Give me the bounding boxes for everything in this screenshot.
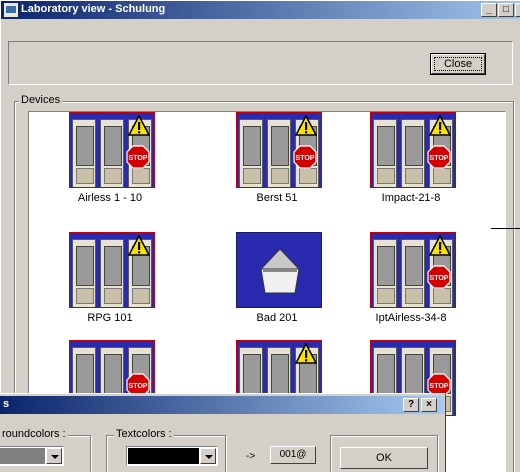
device-label: IptAirless-34-8 — [375, 312, 447, 324]
device-tile[interactable]: STOP IptAirless-34-8 — [356, 232, 466, 342]
text-color-swatch — [128, 448, 199, 464]
cabinet-shape — [72, 239, 96, 307]
cabinet-shape — [373, 119, 397, 187]
stop-icon: STOP — [427, 265, 451, 289]
device-cabinet-icon: STOP — [370, 112, 456, 188]
toolbar-panel: Close — [8, 41, 513, 85]
cabinet-shape — [72, 119, 96, 187]
device-tile[interactable]: STOP Impact-21-8 — [356, 112, 466, 222]
app-icon — [3, 2, 19, 18]
dialog-title-bar[interactable]: s ? × — [0, 396, 444, 414]
svg-text:STOP: STOP — [430, 275, 449, 282]
dialog-close-button[interactable]: × — [421, 398, 437, 412]
chevron-down-icon[interactable] — [200, 448, 216, 464]
svg-text:STOP: STOP — [430, 383, 449, 390]
stop-icon: STOP — [293, 145, 317, 169]
background-color-select[interactable] — [0, 446, 64, 466]
cabinet-shape — [373, 239, 397, 307]
warning-icon — [429, 235, 451, 256]
dialog-help-button[interactable]: ? — [403, 398, 419, 412]
device-label: Impact-21-8 — [381, 192, 441, 204]
device-label: Airless 1 - 10 — [77, 192, 143, 204]
colors-dialog: s ? × roundcolors : Textcolors : -> 001@… — [0, 393, 446, 472]
device-label: Berst 51 — [256, 192, 298, 204]
device-tile[interactable]: Bad 201 — [222, 232, 332, 342]
stop-icon: STOP — [126, 145, 150, 169]
devices-group-label: Devices — [19, 94, 63, 106]
close-window-button[interactable]: × — [515, 3, 520, 17]
svg-text:STOP: STOP — [129, 155, 148, 162]
cabinet-shape — [401, 119, 425, 187]
svg-text:STOP: STOP — [296, 155, 315, 162]
stop-icon: STOP — [427, 145, 451, 169]
background-color-swatch — [0, 448, 45, 464]
cabinet-shape — [100, 119, 124, 187]
background-colors-label: roundcolors : — [0, 428, 68, 440]
text-color-select[interactable] — [126, 446, 218, 466]
window-title: Laboratory view - Schulung — [21, 3, 166, 15]
bath-device-icon — [259, 248, 301, 294]
cabinet-shape — [267, 119, 291, 187]
device-cabinet-icon: STOP — [370, 232, 456, 308]
minimize-button[interactable]: _ — [481, 3, 497, 17]
cabinet-shape — [239, 119, 263, 187]
device-cabinet-icon: STOP — [69, 112, 155, 188]
svg-text:STOP: STOP — [129, 383, 148, 390]
device-cabinet-icon: STOP — [236, 112, 322, 188]
svg-text:STOP: STOP — [430, 155, 449, 162]
color-code-box[interactable]: 001@ — [270, 446, 316, 464]
warning-icon — [295, 343, 317, 364]
device-tile[interactable]: STOP Berst 51 — [222, 112, 332, 222]
device-cabinet-icon — [69, 232, 155, 308]
device-label: RPG 101 — [87, 312, 133, 324]
warning-icon — [128, 235, 150, 256]
chevron-down-icon[interactable] — [46, 448, 62, 464]
cabinet-shape — [100, 239, 124, 307]
title-bar[interactable]: Laboratory view - Schulung _ □ × — [1, 1, 520, 19]
warning-icon — [429, 115, 451, 136]
warning-icon — [295, 115, 317, 136]
dialog-title: s — [3, 398, 10, 410]
bath-device-icon — [236, 232, 322, 308]
device-label: Bad 201 — [256, 312, 298, 324]
warning-icon — [128, 115, 150, 136]
device-tile[interactable]: RPG 101 — [55, 232, 165, 342]
cabinet-shape — [401, 239, 425, 307]
ok-button[interactable]: OK — [340, 447, 428, 469]
connector-line — [491, 228, 520, 229]
maximize-button[interactable]: □ — [498, 3, 514, 17]
text-colors-label: Textcolors : — [114, 428, 174, 440]
device-tile[interactable]: STOP Airless 1 - 10 — [55, 112, 165, 222]
close-button[interactable]: Close — [431, 54, 485, 74]
arrow-indicator: -> — [246, 451, 256, 462]
